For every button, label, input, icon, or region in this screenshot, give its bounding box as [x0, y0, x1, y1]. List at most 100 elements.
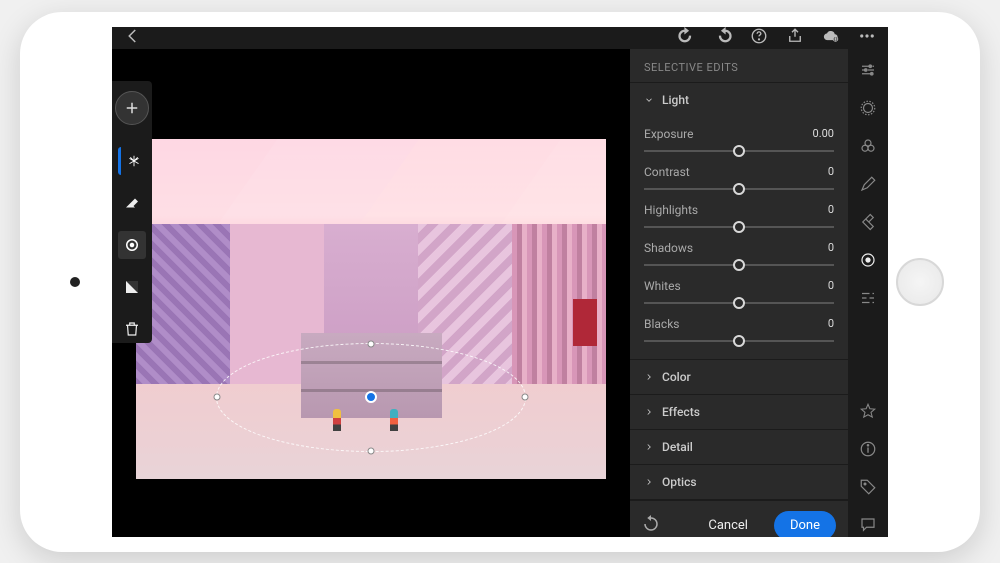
back-button[interactable]: [124, 27, 142, 49]
redo-button[interactable]: [678, 27, 696, 49]
strip-comments[interactable]: [859, 516, 877, 537]
slider-label: Exposure: [644, 127, 693, 141]
slider-knob[interactable]: [733, 259, 745, 271]
selective-edits-panel: SELECTIVE EDITS Light Exposure 0.00 Contra…: [630, 49, 848, 537]
redo-icon: [678, 27, 696, 45]
section-label: Optics: [662, 475, 697, 489]
slider-label: Whites: [644, 279, 681, 293]
slider-whites[interactable]: [644, 295, 834, 311]
slider-value: 0: [828, 279, 834, 292]
help-icon: [750, 27, 768, 45]
slider-label: Highlights: [644, 203, 698, 217]
top-bar: [112, 27, 888, 49]
section-label: Detail: [662, 440, 693, 454]
panel-footer: Cancel Done: [630, 500, 848, 537]
tool-eraser[interactable]: [118, 189, 146, 217]
radial-selection-ellipse[interactable]: [216, 343, 526, 452]
tool-gradient-filter[interactable]: [118, 273, 146, 301]
trash-icon: [123, 320, 141, 338]
cloud-icon: [822, 27, 840, 45]
section-detail-header[interactable]: Detail: [630, 430, 848, 464]
geometry-icon: [859, 289, 877, 307]
help-button[interactable]: [750, 27, 768, 49]
ipad-camera-icon: [70, 277, 80, 287]
gradient-icon: [123, 278, 141, 296]
slider-value: 0: [828, 241, 834, 254]
undo-icon: [714, 27, 732, 45]
main-area: SELECTIVE EDITS Light Exposure 0.00 Contra…: [112, 49, 888, 537]
chevron-left-icon: [124, 27, 142, 45]
slider-value: 0: [828, 317, 834, 330]
slider-blacks[interactable]: [644, 333, 834, 349]
slider-knob[interactable]: [733, 183, 745, 195]
strip-brush[interactable]: [859, 175, 877, 197]
eraser-icon: [123, 194, 141, 212]
cancel-button[interactable]: Cancel: [692, 511, 764, 537]
strip-selective[interactable]: [859, 251, 877, 273]
more-button[interactable]: [858, 27, 876, 49]
crop-icon: [859, 99, 877, 117]
undo-button[interactable]: [714, 27, 732, 49]
done-button[interactable]: Done: [774, 511, 836, 537]
slider-knob[interactable]: [733, 297, 745, 309]
section-color-header[interactable]: Color: [630, 360, 848, 394]
slider-label: Blacks: [644, 317, 679, 331]
section-label: Effects: [662, 405, 700, 419]
section-detail: Detail: [630, 430, 848, 465]
tool-trash[interactable]: [118, 315, 146, 343]
cloud-sync-button[interactable]: [822, 27, 840, 49]
slider-shadows[interactable]: [644, 257, 834, 273]
slider-highlights[interactable]: [644, 219, 834, 235]
selection-handle-left[interactable]: [213, 394, 220, 401]
slider-label: Contrast: [644, 165, 690, 179]
reset-button[interactable]: [642, 515, 660, 536]
selection-handle-right[interactable]: [522, 394, 529, 401]
section-effects: Effects: [630, 395, 848, 430]
section-effects-header[interactable]: Effects: [630, 395, 848, 429]
section-label: Color: [662, 370, 691, 384]
strip-star[interactable]: [859, 402, 877, 424]
strip-info[interactable]: [859, 440, 877, 462]
slider-knob[interactable]: [733, 145, 745, 157]
selection-handle-top[interactable]: [367, 341, 374, 348]
section-optics-header[interactable]: Optics: [630, 465, 848, 499]
adjust-icon: [859, 61, 877, 79]
slider-knob[interactable]: [733, 335, 745, 347]
slider-label: Shadows: [644, 241, 693, 255]
section-light-label: Light: [662, 93, 689, 107]
ipad-frame: SELECTIVE EDITS Light Exposure 0.00 Contra…: [20, 12, 980, 552]
strip-heal[interactable]: [859, 213, 877, 235]
section-light-header[interactable]: Light: [630, 83, 848, 117]
asterisk-icon: [125, 152, 143, 170]
slider-exposure[interactable]: [644, 143, 834, 159]
selection-handle-bottom[interactable]: [367, 447, 374, 454]
tool-asterisk[interactable]: [118, 147, 146, 175]
strip-geometry[interactable]: [859, 289, 877, 311]
slider-value: 0.00: [813, 127, 834, 140]
plus-icon: [123, 99, 141, 117]
ipad-home-button[interactable]: [896, 258, 944, 306]
heal-icon: [859, 213, 877, 231]
chevron-right-icon: [644, 372, 654, 382]
slider-row-blacks: Blacks 0: [644, 311, 834, 333]
panel-title: SELECTIVE EDITS: [630, 49, 848, 83]
comments-icon: [859, 516, 877, 534]
add-selection-button[interactable]: [115, 91, 149, 125]
slider-knob[interactable]: [733, 221, 745, 233]
strip-adjust[interactable]: [859, 61, 877, 83]
slider-value: 0: [828, 165, 834, 178]
slider-row-highlights: Highlights0: [644, 197, 834, 219]
share-button[interactable]: [786, 27, 804, 49]
canvas[interactable]: [112, 49, 630, 537]
slider-row-shadows: Shadows 0: [644, 235, 834, 257]
chevron-right-icon: [644, 442, 654, 452]
slider-contrast[interactable]: [644, 181, 834, 197]
section-light: Light Exposure0.00Contrast0Highlights0Sh…: [630, 83, 848, 360]
strip-crop[interactable]: [859, 99, 877, 121]
tool-radial-filter[interactable]: [118, 231, 146, 259]
strip-tag[interactable]: [859, 478, 877, 500]
strip-presets[interactable]: [859, 137, 877, 159]
star-icon: [859, 402, 877, 420]
reset-icon: [642, 515, 660, 533]
selection-center-handle[interactable]: [365, 391, 377, 403]
